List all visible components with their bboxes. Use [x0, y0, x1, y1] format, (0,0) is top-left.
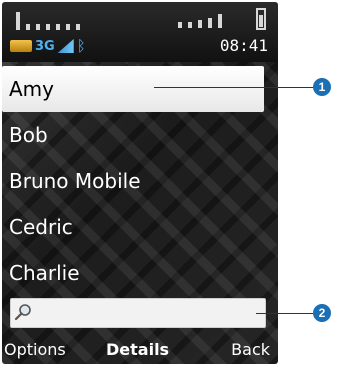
details-softkey[interactable]: Details — [106, 340, 169, 359]
signal-indicator-right — [178, 10, 222, 28]
contact-name: Bob — [9, 123, 48, 147]
phone-screen: 3G ᛒ 08:41 Amy Bob Bruno Mobile Cedric C… — [2, 2, 278, 364]
network-3g-icon: 3G — [35, 38, 55, 54]
back-softkey[interactable]: Back — [231, 340, 270, 359]
contact-name: Cedric — [9, 215, 73, 239]
options-softkey[interactable]: Options — [4, 340, 66, 359]
callout-line-1 — [154, 87, 314, 88]
contact-item-bob[interactable]: Bob — [2, 112, 278, 158]
clock: 08:41 — [219, 36, 268, 55]
search-icon — [14, 304, 31, 321]
contact-name: Amy — [9, 77, 54, 101]
signal-strength-icon — [57, 39, 74, 53]
softkey-bar: Options Details Back — [2, 340, 278, 364]
contact-list: Amy Bob Bruno Mobile Cedric Charlie — [2, 66, 278, 296]
contact-item-bruno-mobile[interactable]: Bruno Mobile — [2, 158, 278, 204]
search-input[interactable] — [10, 298, 266, 328]
status-bar: 3G ᛒ 08:41 — [2, 2, 278, 62]
contact-name: Charlie — [9, 261, 80, 285]
contact-item-cedric[interactable]: Cedric — [2, 204, 278, 250]
status-icons: 3G ᛒ — [10, 36, 86, 56]
battery-level-icon — [256, 8, 266, 30]
contact-name: Bruno Mobile — [9, 169, 141, 193]
contact-item-amy[interactable]: Amy — [2, 66, 264, 112]
signal-indicator-left — [16, 12, 80, 30]
callout-badge-1: 1 — [313, 78, 331, 96]
callout-line-2 — [256, 313, 314, 314]
battery-icon — [10, 40, 32, 52]
contact-item-charlie[interactable]: Charlie — [2, 250, 278, 296]
callout-badge-2: 2 — [313, 304, 331, 322]
bluetooth-icon: ᛒ — [76, 37, 86, 55]
